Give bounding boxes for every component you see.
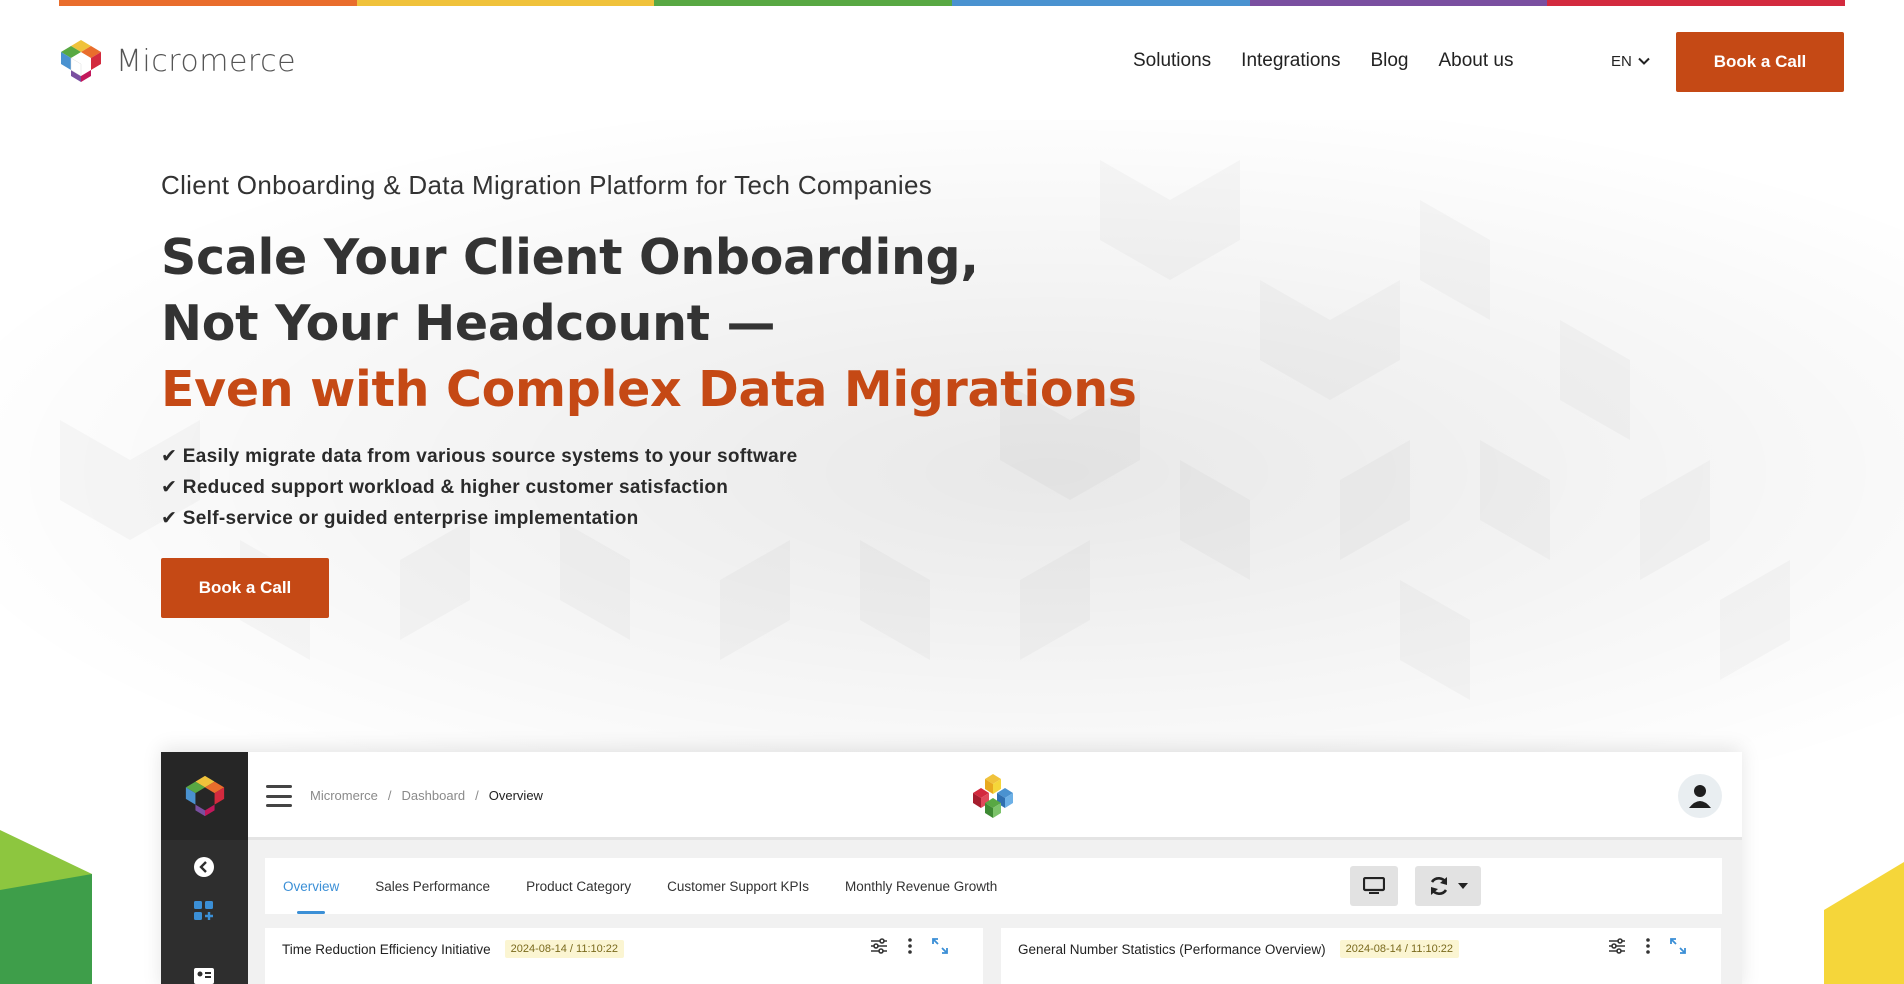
widget-title-row: General Number Statistics (Performance O… xyxy=(1018,940,1460,958)
site-header: Micromerce Solutions Integrations Blog A… xyxy=(0,6,1904,114)
benefit-item: ✔ Easily migrate data from various sourc… xyxy=(161,446,798,467)
expand-icon[interactable] xyxy=(1670,938,1686,954)
breadcrumb-micromerce[interactable]: Micromerce xyxy=(310,788,378,803)
micromerce-logo-icon xyxy=(61,40,101,82)
main-nav: Solutions Integrations Blog About us xyxy=(1133,50,1514,72)
breadcrumb-separator: / xyxy=(387,788,392,803)
caret-down-icon xyxy=(1458,883,1468,889)
widget-title-row: Time Reduction Efficiency Initiative 202… xyxy=(282,940,625,958)
tab-sales-performance[interactable]: Sales Performance xyxy=(375,858,490,914)
dashboard-topbar: Micromerce / Dashboard / Overview xyxy=(248,752,1742,840)
tab-product-category[interactable]: Product Category xyxy=(526,858,631,914)
hero-eyebrow: Client Onboarding & Data Migration Platf… xyxy=(161,170,933,200)
more-options-icon[interactable] xyxy=(908,938,912,954)
user-avatar[interactable] xyxy=(1678,774,1722,818)
sidebar-logo xyxy=(161,752,248,840)
widget-timestamp: 2024-08-14 / 11:10:22 xyxy=(1339,940,1460,958)
tab-overview[interactable]: Overview xyxy=(283,858,339,914)
hero-section: Client Onboarding & Data Migration Platf… xyxy=(161,170,1137,618)
expand-icon[interactable] xyxy=(932,938,948,954)
tab-monthly-revenue-growth[interactable]: Monthly Revenue Growth xyxy=(845,858,997,914)
filter-sliders-icon[interactable] xyxy=(1608,938,1626,954)
headline-accent: Even with Complex Data Migrations xyxy=(161,361,1137,418)
user-icon xyxy=(1689,785,1711,808)
chevron-down-icon xyxy=(1638,57,1650,65)
nav-about-us[interactable]: About us xyxy=(1439,50,1514,72)
breadcrumb: Micromerce / Dashboard / Overview xyxy=(310,788,543,803)
nav-solutions[interactable]: Solutions xyxy=(1133,50,1211,72)
filter-sliders-icon[interactable] xyxy=(870,938,888,954)
benefit-item: ✔ Reduced support workload & higher cust… xyxy=(161,477,729,498)
widget-actions xyxy=(870,938,948,954)
benefit-list: ✔ Easily migrate data from various sourc… xyxy=(161,441,1137,534)
language-selector[interactable]: EN xyxy=(1611,53,1650,70)
contact-card-icon[interactable] xyxy=(192,964,216,984)
book-call-hero-button[interactable]: Book a Call xyxy=(161,558,329,618)
widget-actions xyxy=(1608,938,1686,954)
more-options-icon[interactable] xyxy=(1646,938,1650,954)
headline-line-2: Not Your Headcount — xyxy=(161,295,776,352)
widget-timestamp: 2024-08-14 / 11:10:22 xyxy=(504,940,625,958)
dashboard-grid-icon[interactable] xyxy=(192,899,216,923)
widget-card: General Number Statistics (Performance O… xyxy=(1001,928,1721,984)
widget-title: General Number Statistics (Performance O… xyxy=(1018,941,1326,957)
dashboard-sidebar xyxy=(161,752,248,984)
headline-line-1: Scale Your Client Onboarding, xyxy=(161,229,979,286)
breadcrumb-separator: / xyxy=(475,788,479,803)
collapse-sidebar-icon[interactable] xyxy=(192,855,216,879)
menu-icon[interactable] xyxy=(266,785,292,807)
dashboard-tab-bar: Overview Sales Performance Product Categ… xyxy=(265,858,1722,914)
tab-customer-support-kpis[interactable]: Customer Support KPIs xyxy=(667,858,809,914)
dashboard-preview: Micromerce / Dashboard / Overview Overvi… xyxy=(161,752,1742,984)
dashboard-tabs: Overview Sales Performance Product Categ… xyxy=(283,858,997,914)
widget-card: Time Reduction Efficiency Initiative 202… xyxy=(265,928,983,984)
nav-blog[interactable]: Blog xyxy=(1370,50,1408,72)
brand-name: Micromerce xyxy=(116,43,297,79)
language-label: EN xyxy=(1611,53,1632,70)
brand-logo[interactable]: Micromerce xyxy=(58,38,296,84)
display-mode-button[interactable] xyxy=(1350,866,1398,906)
monitor-icon xyxy=(1363,877,1385,894)
hero-headline: Scale Your Client Onboarding, Not Your H… xyxy=(161,225,1137,423)
nav-integrations[interactable]: Integrations xyxy=(1241,50,1340,72)
benefit-item: ✔ Self-service or guided enterprise impl… xyxy=(161,508,639,529)
refresh-icon xyxy=(1430,877,1448,895)
refresh-button[interactable] xyxy=(1415,866,1481,906)
corner-decoration-right xyxy=(1824,862,1904,984)
book-call-header-button[interactable]: Book a Call xyxy=(1676,32,1844,92)
breadcrumb-dashboard[interactable]: Dashboard xyxy=(402,788,466,803)
micromerce-logo-icon xyxy=(185,775,224,817)
widget-title: Time Reduction Efficiency Initiative xyxy=(282,941,491,957)
cubes-logo-icon xyxy=(973,774,1013,818)
breadcrumb-overview: Overview xyxy=(488,788,543,803)
corner-decoration-left xyxy=(0,830,92,984)
